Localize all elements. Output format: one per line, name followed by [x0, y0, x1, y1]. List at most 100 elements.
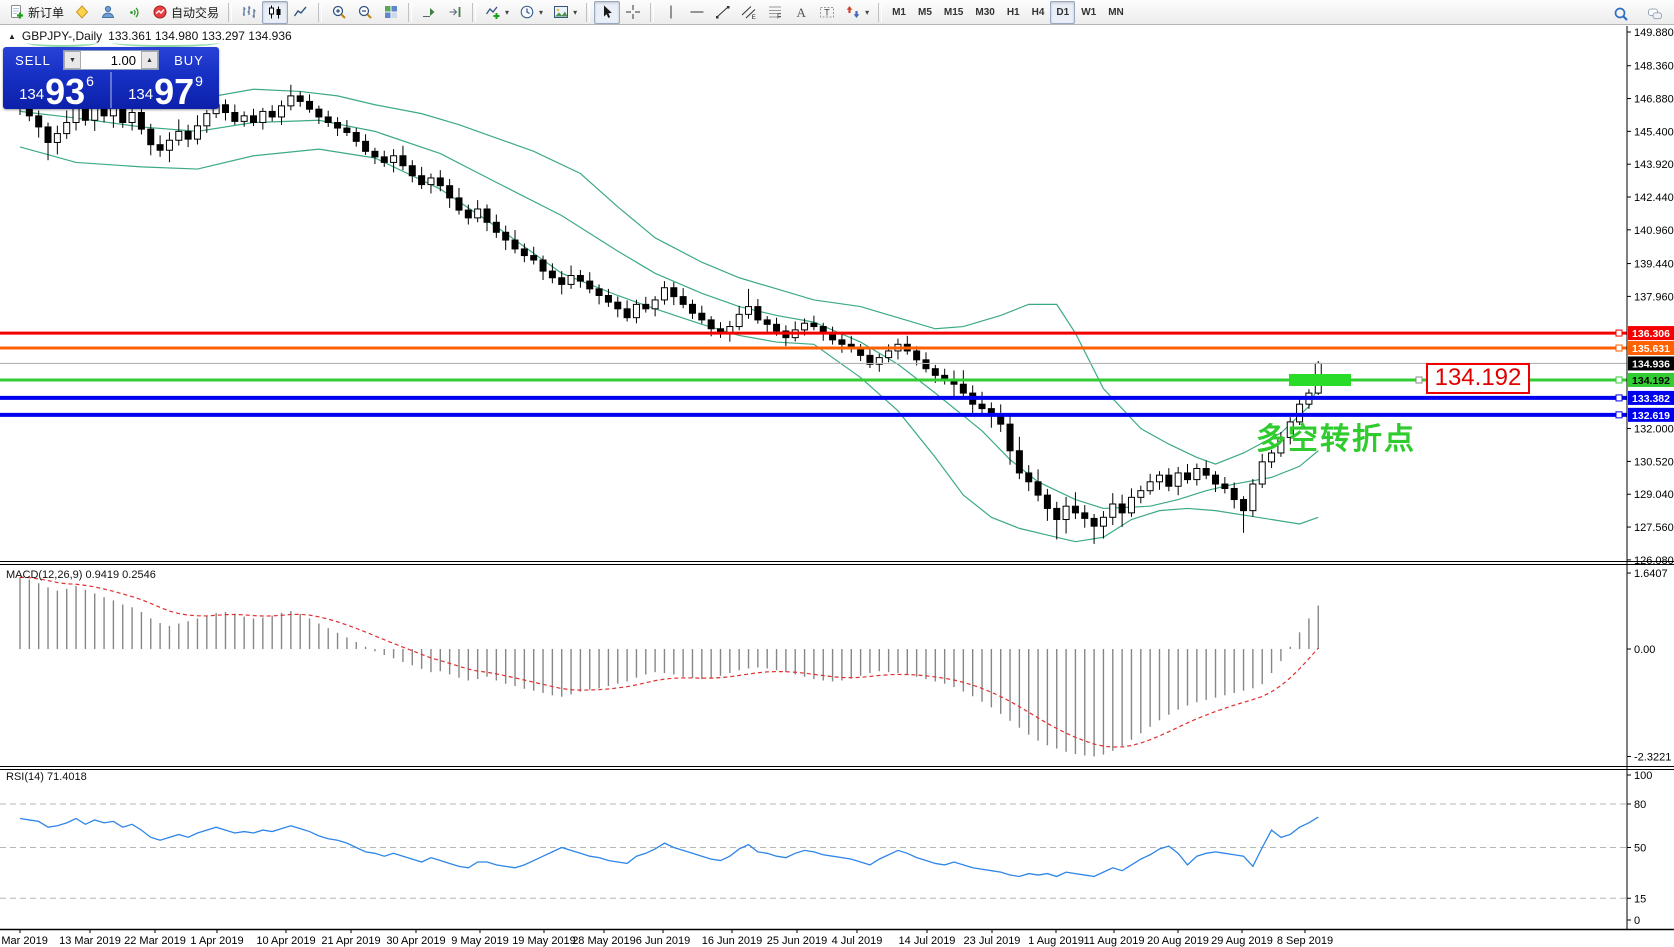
fibonacci-button[interactable]: F	[762, 1, 788, 24]
chart-canvas[interactable]: 149.880 148.360 146.880 145.400 143.920 142.4…	[0, 0, 1674, 947]
svg-text:1 Aug 2019: 1 Aug 2019	[1028, 935, 1084, 947]
bar-chart-button[interactable]	[236, 1, 262, 24]
signals-button[interactable]	[121, 1, 147, 24]
svg-text:133.382: 133.382	[1632, 393, 1670, 405]
cursor-button[interactable]	[594, 0, 621, 24]
candle-chart-button[interactable]	[262, 0, 289, 24]
timeframe-h1-button[interactable]: H1	[1001, 1, 1026, 24]
svg-text:50: 50	[1634, 843, 1646, 855]
autotrade-icon	[152, 4, 168, 20]
svg-text:23 Jul 2019: 23 Jul 2019	[964, 935, 1021, 947]
clock-icon	[519, 4, 535, 20]
timeframe-d1-button[interactable]: D1	[1050, 0, 1076, 24]
line-chart-button[interactable]	[288, 1, 314, 24]
chart-shift-button[interactable]	[442, 1, 468, 24]
toolbar-right-icons	[1608, 2, 1668, 25]
dropdown-arrow-icon[interactable]: ▾	[505, 8, 509, 17]
sell-price[interactable]: 134 93 6	[3, 71, 110, 110]
svg-text:130.520: 130.520	[1634, 456, 1674, 468]
vline-icon	[663, 4, 679, 20]
doc-plus-icon	[9, 4, 25, 20]
channel-icon: E	[741, 4, 757, 20]
timeframe-m5-button[interactable]: M5	[912, 1, 938, 24]
svg-text:1.6407: 1.6407	[1634, 568, 1668, 580]
svg-text:1 Apr 2019: 1 Apr 2019	[190, 935, 243, 947]
vertical-line-button[interactable]	[658, 1, 684, 24]
svg-text:9 May 2019: 9 May 2019	[451, 935, 508, 947]
search-button[interactable]	[1608, 2, 1634, 25]
text-label-icon: T	[819, 4, 835, 20]
green-underline-mark	[26, 38, 98, 47]
volume-input[interactable]: ▼ 1.00 ▲	[63, 50, 159, 70]
auto-trading-button[interactable]: 自动交易	[147, 1, 224, 24]
timeframe-w1-button[interactable]: W1	[1075, 1, 1102, 24]
green-underline-mark	[112, 38, 220, 47]
periods-button[interactable]: ▾	[514, 1, 548, 24]
price-tag: 133.382	[1628, 390, 1674, 405]
buy-price-sup: 9	[195, 73, 203, 89]
styles-button[interactable]	[69, 1, 95, 24]
price-tag: 135.631	[1628, 341, 1674, 356]
svg-text:136.306: 136.306	[1632, 328, 1670, 340]
timeframe-m15-button[interactable]: M15	[938, 1, 969, 24]
price-tag: 134.192	[1628, 372, 1674, 387]
price-tag: 132.619	[1628, 407, 1674, 422]
chat-button[interactable]	[1642, 2, 1668, 25]
sell-price-prefix: 134	[19, 86, 45, 103]
profile-button[interactable]	[95, 1, 121, 24]
volume-up-button[interactable]: ▲	[141, 51, 158, 69]
dropdown-arrow-icon[interactable]: ▾	[865, 8, 869, 17]
text-button[interactable]: A	[788, 1, 814, 24]
new-order-button[interactable]: 新订单	[4, 1, 69, 24]
dropdown-arrow-icon[interactable]: ▾	[573, 8, 577, 17]
equidistant-channel-button[interactable]: E	[736, 1, 762, 24]
text-a-icon: A	[793, 4, 809, 20]
arrows-icon	[845, 4, 861, 20]
buy-button[interactable]: BUY	[161, 53, 217, 68]
toolbar: 新订单 自动交易 ▾ ▾ ▾ E F A T ▾ M1 M5 M15 M30 H1 H4 D1 W1 MN	[0, 0, 1674, 25]
templates-button[interactable]: ▾	[548, 1, 582, 24]
tile-windows-button[interactable]	[378, 1, 404, 24]
highlight-rectangle[interactable]	[1289, 374, 1351, 386]
turning-point-note[interactable]: 多空转折点	[1256, 414, 1416, 458]
zoom-in-button[interactable]	[326, 1, 352, 24]
sell-button[interactable]: SELL	[5, 53, 61, 68]
macd-indicator-label: MACD(12,26,9) 0.9419 0.2546	[6, 569, 156, 581]
price-annotation-callout[interactable]: 134.192	[1426, 363, 1530, 394]
indicators-button[interactable]: ▾	[480, 1, 514, 24]
autoscroll-icon	[421, 4, 437, 20]
svg-text:16 Jun 2019: 16 Jun 2019	[702, 935, 763, 947]
horizontal-line-button[interactable]	[684, 1, 710, 24]
text-label-button[interactable]: T	[814, 1, 840, 24]
timeframe-m30-button[interactable]: M30	[969, 1, 1000, 24]
svg-text:22 Mar 2019: 22 Mar 2019	[124, 935, 186, 947]
crosshair-button[interactable]	[620, 1, 646, 24]
trend-line-button[interactable]	[710, 1, 736, 24]
volume-value[interactable]: 1.00	[81, 53, 141, 68]
svg-text:21 Apr 2019: 21 Apr 2019	[321, 935, 380, 947]
price-axis[interactable]: 149.880 148.360 146.880 145.400 143.920 142.4…	[1626, 26, 1674, 929]
svg-text:10 Apr 2019: 10 Apr 2019	[256, 935, 315, 947]
toolbar-separator	[472, 2, 477, 22]
collapse-panel-icon[interactable]: ▲	[8, 32, 16, 41]
auto-scroll-button[interactable]	[416, 1, 442, 24]
candles-icon	[267, 4, 283, 20]
dropdown-arrow-icon[interactable]: ▾	[539, 8, 543, 17]
timeframe-mn-button[interactable]: MN	[1102, 1, 1130, 24]
svg-text:11 Aug 2019: 11 Aug 2019	[1084, 935, 1145, 947]
buy-price[interactable]: 134 97 9	[112, 71, 219, 110]
search-icon	[1613, 6, 1629, 22]
shiftend-icon	[447, 4, 463, 20]
svg-text:4 Jul 2019: 4 Jul 2019	[832, 935, 883, 947]
arrow-objects-button[interactable]: ▾	[840, 1, 874, 24]
toolbar-separator	[408, 2, 413, 22]
timeframe-h4-button[interactable]: H4	[1026, 1, 1051, 24]
svg-text:30 Apr 2019: 30 Apr 2019	[386, 935, 445, 947]
svg-text:100: 100	[1634, 770, 1652, 782]
volume-down-button[interactable]: ▼	[64, 51, 81, 69]
svg-text:0.00: 0.00	[1634, 644, 1655, 656]
timeframe-m1-button[interactable]: M1	[886, 1, 912, 24]
line-anchor-handle[interactable]	[1415, 376, 1423, 384]
linechart-icon	[293, 4, 309, 20]
zoom-out-button[interactable]	[352, 1, 378, 24]
